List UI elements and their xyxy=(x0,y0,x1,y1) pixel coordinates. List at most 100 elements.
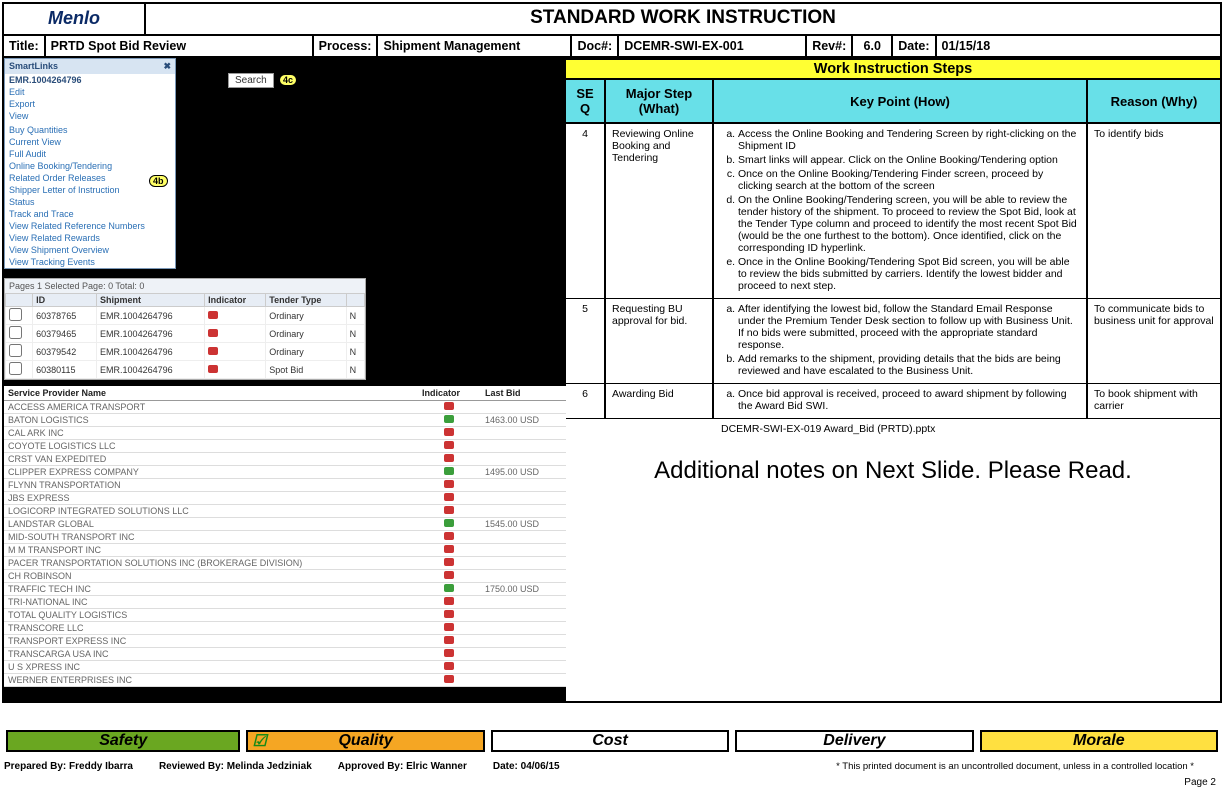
main-title: STANDARD WORK INSTRUCTION xyxy=(146,4,1220,34)
process-value: Shipment Management xyxy=(378,36,572,56)
indicator-icon xyxy=(208,311,218,319)
col-what: Major Step (What) xyxy=(606,80,714,122)
table-row: COYOTE LOGISTICS LLC xyxy=(4,440,566,453)
indicator-icon xyxy=(444,662,454,670)
smartlink-item[interactable]: View Tracking Events xyxy=(5,256,175,268)
table-row: MID-SOUTH TRANSPORT INC xyxy=(4,531,566,544)
indicator-icon xyxy=(444,428,454,436)
callout-4c: 4c xyxy=(279,74,297,86)
table-row: ACCESS AMERICA TRANSPORT xyxy=(4,401,566,414)
instruction-row: 6Awarding BidOnce bid approval is receiv… xyxy=(566,384,1220,419)
smartlink-item[interactable]: Track and Trace xyxy=(5,208,175,220)
indicator-icon xyxy=(444,493,454,501)
process-label: Process: xyxy=(314,36,379,56)
date-value: 01/15/18 xyxy=(937,36,1221,56)
table-row: CH ROBINSON xyxy=(4,570,566,583)
row-checkbox[interactable] xyxy=(9,326,22,339)
instruction-row: 5Requesting BU approval for bid.After id… xyxy=(566,299,1220,384)
check-icon: ☑ xyxy=(252,731,266,751)
indicator-icon xyxy=(444,480,454,488)
smartlink-item[interactable]: Online Booking/Tendering xyxy=(5,160,175,172)
indicator-icon xyxy=(444,545,454,553)
table-row: TRANSPORT EXPRESS INC xyxy=(4,635,566,648)
table-row: PACER TRANSPORTATION SOLUTIONS INC (BROK… xyxy=(4,557,566,570)
table-row: LANDSTAR GLOBAL1545.00 USD xyxy=(4,518,566,531)
approval-date: Date: 04/06/15 xyxy=(493,761,560,772)
table-row: JBS EXPRESS xyxy=(4,492,566,505)
footer-quality: ☑ Quality xyxy=(246,730,484,752)
date-label: Date: xyxy=(893,36,936,56)
footer-morale: Morale xyxy=(980,730,1218,752)
table-row[interactable]: 60378765EMR.1004264796OrdinaryN xyxy=(6,307,365,325)
smartlink-item[interactable]: View Related Rewards xyxy=(5,232,175,244)
close-icon[interactable]: ✖ xyxy=(163,61,171,72)
smartlink-item[interactable]: Full Audit xyxy=(5,148,175,160)
footer-cost: Cost xyxy=(491,730,729,752)
instructions-panel: Work Instruction Steps SE Q Major Step (… xyxy=(566,58,1220,701)
indicator-icon xyxy=(208,365,218,373)
screenshot-panel: SmartLinks ✖ EMR.1004264796 EditExportVi… xyxy=(4,58,566,701)
smartlink-item[interactable]: View Related Reference Numbers xyxy=(5,220,175,232)
indicator-icon xyxy=(444,584,454,592)
row-checkbox[interactable] xyxy=(9,344,22,357)
prepared-by: Prepared By: Freddy Ibarra xyxy=(4,761,133,772)
search-button[interactable]: Search xyxy=(228,73,274,88)
doc-value: DCEMR-SWI-EX-001 xyxy=(619,36,807,56)
indicator-icon xyxy=(444,519,454,527)
table-row: TRANSCARGA USA INC xyxy=(4,648,566,661)
table-row[interactable]: 60379465EMR.1004264796OrdinaryN xyxy=(6,325,365,343)
indicator-icon xyxy=(444,467,454,475)
smartlink-item[interactable]: View xyxy=(5,110,175,122)
ref-doc: DCEMR-SWI-EX-019 Award_Bid (PRTD).pptx xyxy=(566,419,1220,439)
table-row: CLIPPER EXPRESS COMPANY1495.00 USD xyxy=(4,466,566,479)
tender-grid: Pages 1 Selected Page: 0 Total: 0 IDShip… xyxy=(4,278,366,380)
smartlink-item[interactable]: View Shipment Overview xyxy=(5,244,175,256)
doc-label: Doc#: xyxy=(572,36,619,56)
indicator-icon xyxy=(208,347,218,355)
smartlink-item[interactable]: Current View xyxy=(5,136,175,148)
smartlink-item[interactable]: Edit xyxy=(5,86,175,98)
title-label: Title: xyxy=(4,36,46,56)
table-row: LOGICORP INTEGRATED SOLUTIONS LLC xyxy=(4,505,566,518)
page-number: Page 2 xyxy=(1184,777,1216,788)
indicator-icon xyxy=(444,571,454,579)
table-row: WERNER ENTERPRISES INC xyxy=(4,674,566,687)
table-row: BATON LOGISTICS1463.00 USD xyxy=(4,414,566,427)
indicator-icon xyxy=(444,623,454,631)
indicator-icon xyxy=(444,402,454,410)
wis-banner: Work Instruction Steps xyxy=(566,58,1220,80)
header-row: Menlo STANDARD WORK INSTRUCTION xyxy=(4,4,1220,36)
smartlink-item[interactable]: Buy Quantities xyxy=(5,124,175,136)
rev-value: 6.0 xyxy=(853,36,893,56)
meta-row: Title: PRTD Spot Bid Review Process: Shi… xyxy=(4,36,1220,58)
table-row: TRI-NATIONAL INC xyxy=(4,596,566,609)
instruction-body: 4Reviewing Online Booking and TenderingA… xyxy=(566,124,1220,419)
table-row: TRANSCORE LLC xyxy=(4,622,566,635)
table-row: TRAFFIC TECH INC1750.00 USD xyxy=(4,583,566,596)
logo-text: Menlo xyxy=(48,8,100,28)
smartlink-item[interactable]: Status xyxy=(5,196,175,208)
disclaimer: * This printed document is an uncontroll… xyxy=(836,761,1194,772)
title-value: PRTD Spot Bid Review xyxy=(46,36,314,56)
row-checkbox[interactable] xyxy=(9,308,22,321)
body: SmartLinks ✖ EMR.1004264796 EditExportVi… xyxy=(4,58,1220,701)
instruction-row: 4Reviewing Online Booking and TenderingA… xyxy=(566,124,1220,299)
callout-4b: 4b xyxy=(149,175,168,187)
smartlink-item[interactable]: Shipper Letter of Instruction xyxy=(5,184,175,196)
table-row[interactable]: 60380115EMR.1004264796Spot BidN xyxy=(6,361,365,379)
table-row[interactable]: 60379542EMR.1004264796OrdinaryN xyxy=(6,343,365,361)
reviewed-by: Reviewed By: Melinda Jedziniak xyxy=(159,761,312,772)
provider-grid: Service Provider NameIndicatorLast BidAC… xyxy=(4,386,566,687)
col-seq: SE Q xyxy=(566,80,606,122)
indicator-icon xyxy=(208,329,218,337)
indicator-icon xyxy=(444,675,454,683)
indicator-icon xyxy=(444,597,454,605)
grid-toolbar: Pages 1 Selected Page: 0 Total: 0 xyxy=(5,279,365,293)
row-checkbox[interactable] xyxy=(9,362,22,375)
logo-cell: Menlo xyxy=(4,4,146,34)
indicator-icon xyxy=(444,441,454,449)
table-row: FLYNN TRANSPORTATION xyxy=(4,479,566,492)
smartlink-item[interactable]: Export xyxy=(5,98,175,110)
table-row: CRST VAN EXPEDITED xyxy=(4,453,566,466)
indicator-icon xyxy=(444,649,454,657)
